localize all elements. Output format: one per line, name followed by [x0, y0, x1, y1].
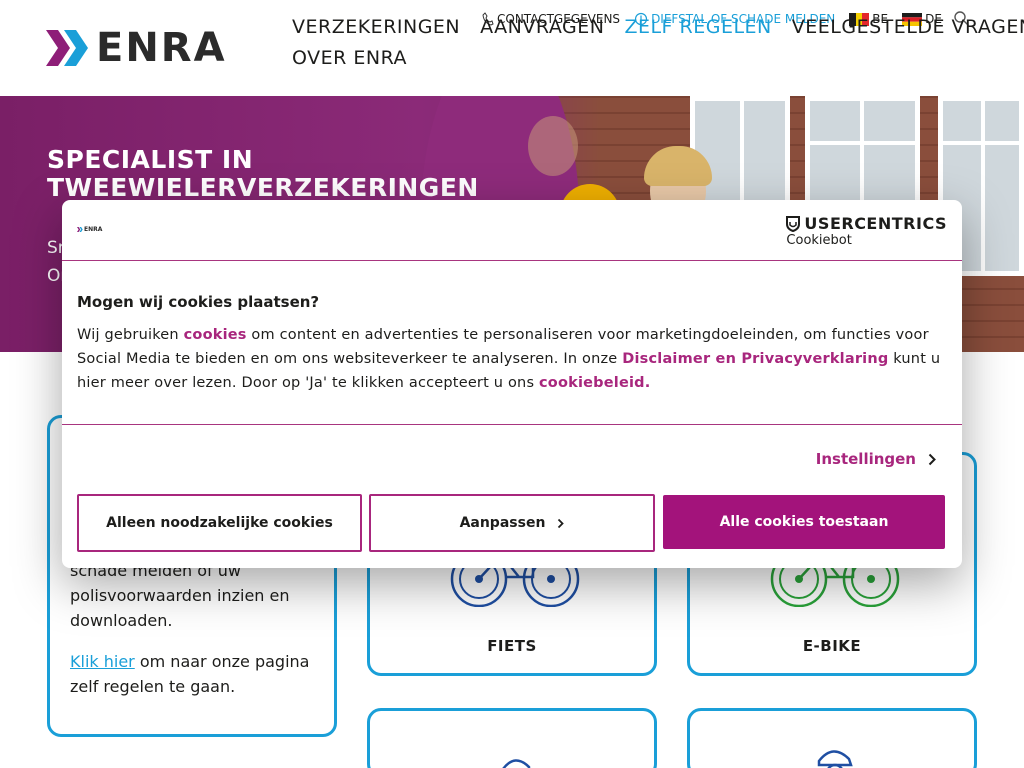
logo-chevrons-icon	[46, 30, 88, 66]
chevron-right-icon	[928, 453, 936, 465]
main-nav: VERZEKERINGEN AANVRAGEN ZELF REGELEN VEE…	[292, 14, 1024, 76]
product-card-4[interactable]	[687, 708, 977, 768]
shield-icon	[786, 215, 801, 232]
usercentrics-wordmark: USERCENTRICS	[786, 214, 947, 233]
self-service-line-2: polisvoorwaarden inzien en	[70, 586, 290, 605]
self-service-link-line: Klik hier om naar onze pagina	[70, 649, 320, 674]
nav-item-veelgestelde-vragen[interactable]: VEELGESTELDE VRAGEN	[792, 14, 1024, 40]
customize-label: Aanpassen	[459, 515, 546, 531]
necessary-cookies-label: Alleen noodzakelijke cookies	[106, 515, 333, 531]
cookie-dialog-body: Wij gebruiken cookies om content en adve…	[77, 323, 947, 395]
cookie-consent-dialog: ENRA USERCENTRICS Cookiebot Mogen wij co…	[62, 200, 962, 568]
click-here-link[interactable]: Klik hier	[70, 652, 135, 671]
allow-all-cookies-label: Alle cookies toestaan	[719, 514, 889, 530]
usercentrics-label: USERCENTRICS	[804, 214, 947, 233]
hero-title: SPECIALIST IN TWEEWIELERVERZEKERINGEN	[47, 145, 479, 202]
cookie-body-part-1: Wij gebruiken	[77, 327, 184, 343]
cookie-policy-link[interactable]: cookiebeleid.	[539, 375, 650, 391]
cookie-dialog-logo: ENRA	[77, 226, 102, 233]
self-service-line-3: downloaden.	[70, 611, 173, 630]
main-nav-row-2: OVER ENRA	[292, 45, 952, 71]
nav-item-over-enra[interactable]: OVER ENRA	[292, 45, 407, 71]
privacy-statement-link[interactable]: Disclaimer en Privacyverklaring	[622, 351, 888, 367]
product-label-fiets: FIETS	[487, 637, 537, 655]
settings-link[interactable]: Instellingen	[816, 450, 936, 468]
chevron-right-icon	[558, 518, 565, 528]
logo-wordmark: ENRA	[96, 25, 227, 71]
cookiebot-label: Cookiebot	[786, 233, 852, 248]
cookie-dialog-logo-text: ENRA	[84, 226, 103, 233]
product-card-3[interactable]	[367, 708, 657, 768]
cookies-link[interactable]: cookies	[184, 327, 247, 343]
nav-item-verzekeringen[interactable]: VERZEKERINGEN	[292, 14, 460, 40]
scooter-rider-icon	[817, 750, 853, 768]
helmet-rider-icon	[502, 759, 531, 768]
necessary-cookies-button[interactable]: Alleen noodzakelijke cookies	[77, 494, 362, 552]
divider-top	[62, 260, 962, 261]
divider-bottom	[62, 424, 962, 425]
site-header: ENRA CONTACTGEGEVENS DIEFSTAL OF SCHADE …	[0, 0, 1024, 96]
self-service-line-5: zelf regelen te gaan.	[70, 677, 236, 696]
main-nav-row: VERZEKERINGEN AANVRAGEN ZELF REGELEN VEE…	[292, 14, 1024, 40]
settings-link-label: Instellingen	[815, 450, 916, 468]
nav-item-zelf-regelen[interactable]: ZELF REGELEN	[624, 14, 771, 40]
enra-logo[interactable]: ENRA	[46, 28, 261, 68]
allow-all-cookies-button[interactable]: Alle cookies toestaan	[663, 495, 945, 549]
self-service-after-link: om naar onze pagina	[134, 652, 310, 671]
cookie-dialog-title: Mogen wij cookies plaatsen?	[77, 293, 320, 311]
customize-button[interactable]: Aanpassen	[369, 494, 655, 552]
self-service-text: schade melden of uw polisvoorwaarden inz…	[70, 558, 320, 699]
nav-item-aanvragen[interactable]: AANVRAGEN	[480, 14, 604, 40]
logo-chevrons-icon-small	[77, 227, 83, 232]
usercentrics-branding[interactable]: USERCENTRICS Cookiebot	[786, 214, 947, 248]
product-label-ebike: E-BIKE	[802, 637, 862, 655]
